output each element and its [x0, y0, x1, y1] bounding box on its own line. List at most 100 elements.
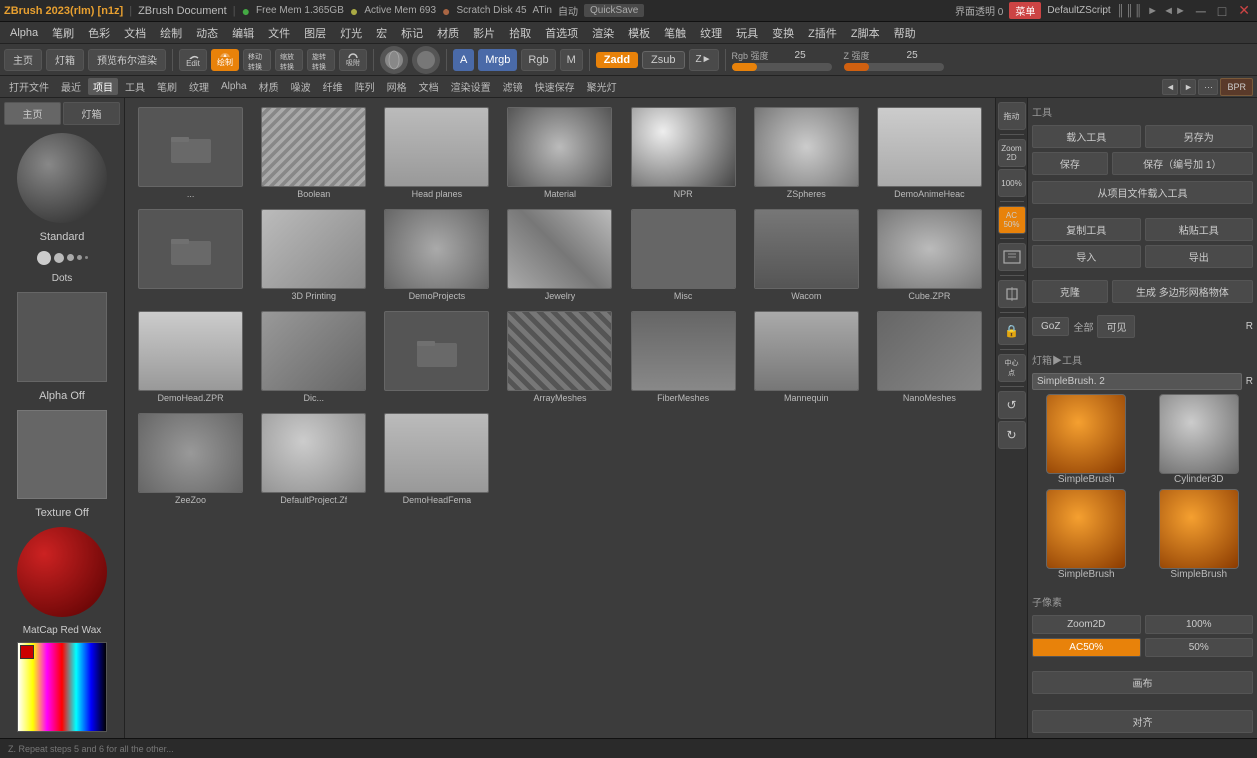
menu-btn[interactable]: 菜单	[1009, 2, 1041, 19]
tool-item-simplebrush3[interactable]: SimpleBrush	[1145, 489, 1254, 580]
texture-thumb[interactable]	[17, 410, 107, 500]
menu-render[interactable]: 渲染	[586, 23, 620, 43]
load-tool-btn[interactable]: 载入工具	[1032, 125, 1141, 148]
menu-doc[interactable]: 文档	[118, 23, 152, 43]
proj-item-folder1[interactable]: ...	[131, 104, 250, 202]
brush-preview[interactable]	[17, 133, 107, 223]
proj-item-3dprint[interactable]: 3D Printing	[254, 206, 373, 304]
simplebrush-field[interactable]: SimpleBrush. 2	[1032, 373, 1242, 390]
zoom-val-btn[interactable]: 100%	[1145, 615, 1254, 634]
ac-val-btn[interactable]: 50%	[1145, 638, 1254, 657]
tb2-recent[interactable]: 最近	[56, 78, 86, 95]
snap-btn[interactable]: 吸附	[339, 49, 367, 71]
tb2-filter[interactable]: 滤镜	[498, 78, 528, 95]
menu-brush[interactable]: 笔刷	[46, 23, 80, 43]
z-btn[interactable]: Z►	[689, 49, 719, 71]
goz-visible-btn[interactable]: 可见	[1097, 315, 1135, 338]
export-btn[interactable]: 导出	[1145, 245, 1254, 268]
preview-btn[interactable]: 预览布尔渲染	[88, 49, 166, 71]
tb2-fiber[interactable]: 纤维	[318, 78, 348, 95]
tool-item-cylinder3d[interactable]: Cylinder3D	[1145, 394, 1254, 485]
tb2-quicksave[interactable]: 快速保存	[530, 78, 580, 95]
goz-btn[interactable]: GoZ	[1032, 317, 1069, 336]
tb2-array[interactable]: 阵列	[350, 78, 380, 95]
menu-template[interactable]: 模板	[622, 23, 656, 43]
menu-movie[interactable]: 影片	[467, 23, 501, 43]
proj-item-wacom[interactable]: Wacom	[747, 206, 866, 304]
menu-help[interactable]: 帮助	[888, 23, 922, 43]
proj-item-folder3[interactable]	[377, 308, 496, 406]
rgb-strength-slider[interactable]	[732, 63, 832, 71]
proj-item-zspheres[interactable]: ZSpheres	[747, 104, 866, 202]
menu-dynamic[interactable]: 动态	[190, 23, 224, 43]
proj-item-material[interactable]: Material	[500, 104, 619, 202]
tb2-tool[interactable]: 工具	[120, 78, 150, 95]
proj-item-folder2[interactable]	[131, 206, 250, 304]
proj-item-demohead[interactable]: DemoHead.ZPR	[131, 308, 250, 406]
gen-poly-btn[interactable]: 生成 多边形网格物体	[1112, 280, 1253, 303]
zoom2d-rp-btn[interactable]: Zoom2D	[1032, 615, 1141, 634]
clone-btn[interactable]: 克隆	[1032, 280, 1108, 303]
import-btn[interactable]: 导入	[1032, 245, 1141, 268]
z-strength-slider[interactable]	[844, 63, 944, 71]
tb2-material[interactable]: 材质	[254, 78, 284, 95]
canvas-view-btn[interactable]	[998, 243, 1026, 271]
tool-item-simplebrush1[interactable]: SimpleBrush	[1032, 394, 1141, 485]
draw-btn[interactable]: 绘制	[211, 49, 239, 71]
menu-zplugin[interactable]: Z插件	[802, 23, 843, 43]
ac50-btn[interactable]: AC50%	[998, 206, 1026, 234]
m-btn[interactable]: M	[560, 49, 583, 71]
menu-texture[interactable]: 纹理	[694, 23, 728, 43]
align-btn[interactable]	[998, 280, 1026, 308]
zadd-btn[interactable]: Zadd	[596, 52, 638, 68]
home-btn[interactable]: 主页	[4, 49, 42, 71]
proj-item-headplanes[interactable]: Head planes	[377, 104, 496, 202]
proj-item-npr[interactable]: NPR	[624, 104, 743, 202]
proj-item-fibermesh[interactable]: FiberMeshes	[624, 308, 743, 406]
tb2-brush[interactable]: 笔刷	[152, 78, 182, 95]
brush-r-btn[interactable]: R	[1246, 376, 1253, 387]
tb2-noise[interactable]: 噪波	[286, 78, 316, 95]
align-rp-btn[interactable]: 对齐	[1032, 710, 1253, 733]
menu-pick[interactable]: 拾取	[503, 23, 537, 43]
proj-item-zeezoo[interactable]: ZeeZoo	[131, 410, 250, 508]
proj-item-arraymesh[interactable]: ArrayMeshes	[500, 308, 619, 406]
pan-btn[interactable]: 拖动	[998, 102, 1026, 130]
edit-btn[interactable]: Edit	[179, 49, 207, 71]
menu-light[interactable]: 灯光	[334, 23, 368, 43]
mrgb-btn[interactable]: Mrgb	[478, 49, 517, 71]
proj-item-boolean[interactable]: Boolean	[254, 104, 373, 202]
menu-color[interactable]: 色彩	[82, 23, 116, 43]
save-as-btn[interactable]: 另存为	[1145, 125, 1254, 148]
copy-tool-btn[interactable]: 复制工具	[1032, 218, 1141, 241]
nav-right-arrow[interactable]: ►	[1180, 79, 1196, 95]
lightbox-btn[interactable]: 灯箱	[46, 49, 84, 71]
tb2-spotlight[interactable]: 聚光灯	[582, 78, 622, 95]
maximize-button[interactable]: □	[1215, 3, 1229, 19]
menu-macro[interactable]: 宏	[370, 23, 393, 43]
menu-transform[interactable]: 变换	[766, 23, 800, 43]
menu-stroke[interactable]: 笔触	[658, 23, 692, 43]
minimize-button[interactable]: ─	[1193, 3, 1209, 19]
tb2-alpha[interactable]: Alpha	[216, 80, 252, 93]
menu-material[interactable]: 材质	[431, 23, 465, 43]
lp-tab-lightbox[interactable]: 灯箱	[63, 102, 120, 125]
proj-item-mannequin[interactable]: Mannequin	[747, 308, 866, 406]
menu-layer[interactable]: 图层	[298, 23, 332, 43]
tb2-doc[interactable]: 文档	[414, 78, 444, 95]
tool-item-simplebrush2[interactable]: SimpleBrush	[1032, 489, 1141, 580]
rotate-left-btn[interactable]: ↺	[998, 391, 1026, 419]
proj-item-misc[interactable]: Misc	[624, 206, 743, 304]
rgb-btn[interactable]: Rgb	[521, 49, 555, 71]
proj-item-cube[interactable]: Cube.ZPR	[870, 206, 989, 304]
proj-item-demoproj[interactable]: DemoProjects	[377, 206, 496, 304]
canvas-view-rp-btn[interactable]: 画布	[1032, 671, 1253, 694]
sphere-icon[interactable]	[380, 46, 408, 74]
menu-marker[interactable]: 标记	[395, 23, 429, 43]
menu-draw[interactable]: 绘制	[154, 23, 188, 43]
a-btn[interactable]: A	[453, 49, 474, 71]
zoom-pct-btn[interactable]: 100%	[998, 169, 1026, 197]
center-btn[interactable]: 中心点	[998, 354, 1026, 382]
rotate-btn[interactable]: 旋转转换	[307, 49, 335, 71]
matcap-thumb[interactable]	[17, 527, 107, 617]
